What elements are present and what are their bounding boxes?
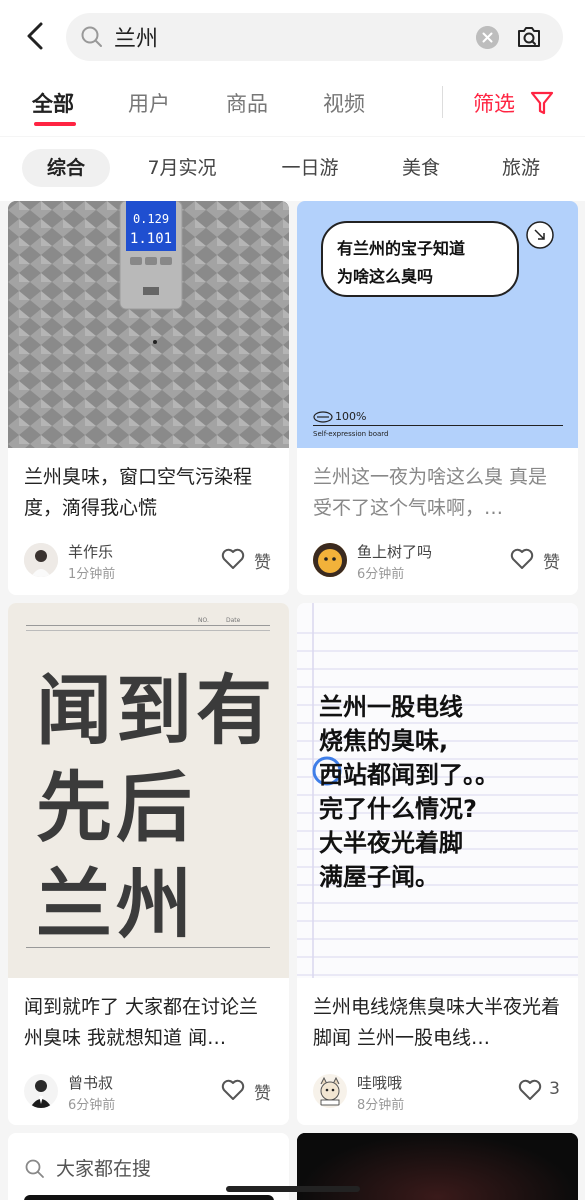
like-label[interactable]: 赞 (254, 548, 271, 573)
back-arrow-icon[interactable] (18, 18, 54, 54)
search-icon (81, 26, 102, 47)
clear-icon[interactable] (476, 26, 499, 49)
note-text-line: 满屋子闻。 (319, 863, 439, 891)
chip-day-trip[interactable]: 一日游 (268, 149, 352, 187)
bubble-text-line: 为啥这么臭吗 (337, 267, 434, 286)
arrow-badge-icon (526, 221, 554, 249)
board-caption: Self-expression board (313, 430, 389, 438)
chip-comprehensive[interactable]: 综合 (22, 149, 110, 187)
tab-users[interactable]: 用户 (128, 88, 170, 118)
author-avatar-image (313, 1074, 347, 1108)
avatar[interactable] (24, 1074, 58, 1108)
note-cover-image: NO. Date 闻到有 先后 兰州 (8, 603, 289, 978)
heart-icon[interactable] (518, 1079, 542, 1101)
trending-label: 大家都在搜 (56, 1158, 152, 1180)
note-text-line: 大半夜光着脚 (319, 829, 463, 857)
note-text-line: 烧焦的臭味, (319, 727, 449, 755)
search-icon (25, 1159, 44, 1178)
like-count[interactable]: 3 (549, 1079, 560, 1099)
filter-button[interactable]: 筛选 (473, 88, 515, 118)
note-card[interactable]: 0.129 1.101 兰州臭味，窗口空气污染程度，滴得我心慌 羊作乐 1分钟前… (8, 201, 289, 595)
board-line (313, 425, 563, 426)
avatar[interactable] (24, 543, 58, 577)
chip-travel[interactable]: 旅游 (488, 149, 554, 187)
avatar[interactable] (313, 1074, 347, 1108)
active-tab-indicator (34, 122, 76, 126)
post-time: 6分钟前 (68, 1098, 116, 1113)
note-cover-image: 0.129 1.101 (8, 201, 289, 448)
search-input[interactable] (114, 21, 464, 53)
bubble-text-line: 有兰州的宝子知道 (337, 239, 466, 258)
like-label[interactable]: 赞 (543, 548, 560, 573)
svg-text:0.129: 0.129 (133, 212, 169, 226)
speech-bubble: 有兰州的宝子知道 为啥这么臭吗 (321, 221, 519, 297)
post-time: 1分钟前 (68, 567, 116, 582)
author-avatar-image (24, 543, 58, 577)
note-card[interactable]: NO. Date 闻到有 先后 兰州 闻到就咋了 大家都在讨论兰州臭味 我就想知… (8, 603, 289, 1125)
author-name[interactable]: 鱼上树了吗 (357, 541, 432, 562)
avatar[interactable] (313, 543, 347, 577)
top-bar (0, 0, 585, 72)
note-title[interactable]: 闻到就咋了 大家都在讨论兰州臭味 我就想知道 闻… (24, 992, 274, 1054)
note-text-line: 完了什么情况? (319, 795, 477, 823)
heart-icon[interactable] (221, 548, 245, 570)
paper-line (26, 630, 270, 631)
author-name[interactable]: 羊作乐 (68, 541, 113, 562)
note-title[interactable]: 兰州臭味，窗口空气污染程度，滴得我心慌 (24, 462, 274, 524)
camera-search-icon[interactable] (515, 23, 543, 51)
filter-funnel-icon[interactable] (530, 90, 554, 116)
chip-food[interactable]: 美食 (388, 149, 454, 187)
heart-icon[interactable] (510, 548, 534, 570)
note-title[interactable]: 兰州这一夜为啥这么臭 真是受不了这个气味啊，… (313, 462, 563, 524)
chip-july-live[interactable]: 7月实况 (134, 149, 230, 187)
air-quality-photo: 0.129 1.101 (8, 201, 289, 448)
author-avatar-image (313, 543, 347, 577)
note-card[interactable]: 兰州一股电线 烧焦的臭味, 西站都闻到了。。 完了什么情况? 大半夜光着脚 满屋… (297, 603, 578, 1125)
tab-products[interactable]: 商品 (226, 88, 268, 118)
post-time: 8分钟前 (357, 1098, 405, 1113)
svg-text:1.101: 1.101 (130, 231, 172, 247)
home-indicator (226, 1186, 360, 1192)
author-name[interactable]: 曾书叔 (68, 1072, 113, 1093)
search-bar[interactable] (66, 13, 563, 61)
cover-headline-line: 闻到有 (36, 666, 276, 755)
like-label[interactable]: 赞 (254, 1079, 271, 1104)
emoji-face-icon (313, 411, 333, 423)
paper-line (26, 625, 270, 626)
trending-preview (24, 1195, 274, 1200)
cover-headline-line: 兰州 (36, 860, 196, 949)
tab-videos[interactable]: 视频 (323, 88, 365, 118)
tab-all[interactable]: 全部 (32, 88, 74, 118)
cover-headline-line: 先后 (36, 763, 196, 852)
board-percentage: 100% (335, 410, 367, 423)
note-cover-image: 有兰州的宝子知道 为啥这么臭吗 100% Self-expression boa… (297, 201, 578, 448)
paper-no-label: NO. (198, 617, 209, 624)
topic-chips: 综合 7月实况 一日游 美食 旅游 (0, 137, 585, 201)
note-title[interactable]: 兰州电线烧焦臭味大半夜光着脚闻 兰州一股电线… (313, 992, 563, 1054)
note-text-line: 兰州一股电线 (319, 693, 463, 721)
note-cover-image: 兰州一股电线 烧焦的臭味, 西站都闻到了。。 完了什么情况? 大半夜光着脚 满屋… (297, 603, 578, 978)
paper-line (26, 947, 270, 948)
category-tabs: 全部 用户 商品 视频 筛选 (0, 72, 585, 136)
heart-icon[interactable] (221, 1079, 245, 1101)
post-time: 6分钟前 (357, 567, 405, 582)
note-text-line: 西站都闻到了。。 (319, 761, 499, 789)
note-card[interactable]: 有兰州的宝子知道 为啥这么臭吗 100% Self-expression boa… (297, 201, 578, 595)
author-name[interactable]: 哇哦哦 (357, 1072, 402, 1093)
tab-divider (442, 86, 443, 118)
paper-date-label: Date (226, 617, 241, 624)
author-avatar-image (24, 1074, 58, 1108)
